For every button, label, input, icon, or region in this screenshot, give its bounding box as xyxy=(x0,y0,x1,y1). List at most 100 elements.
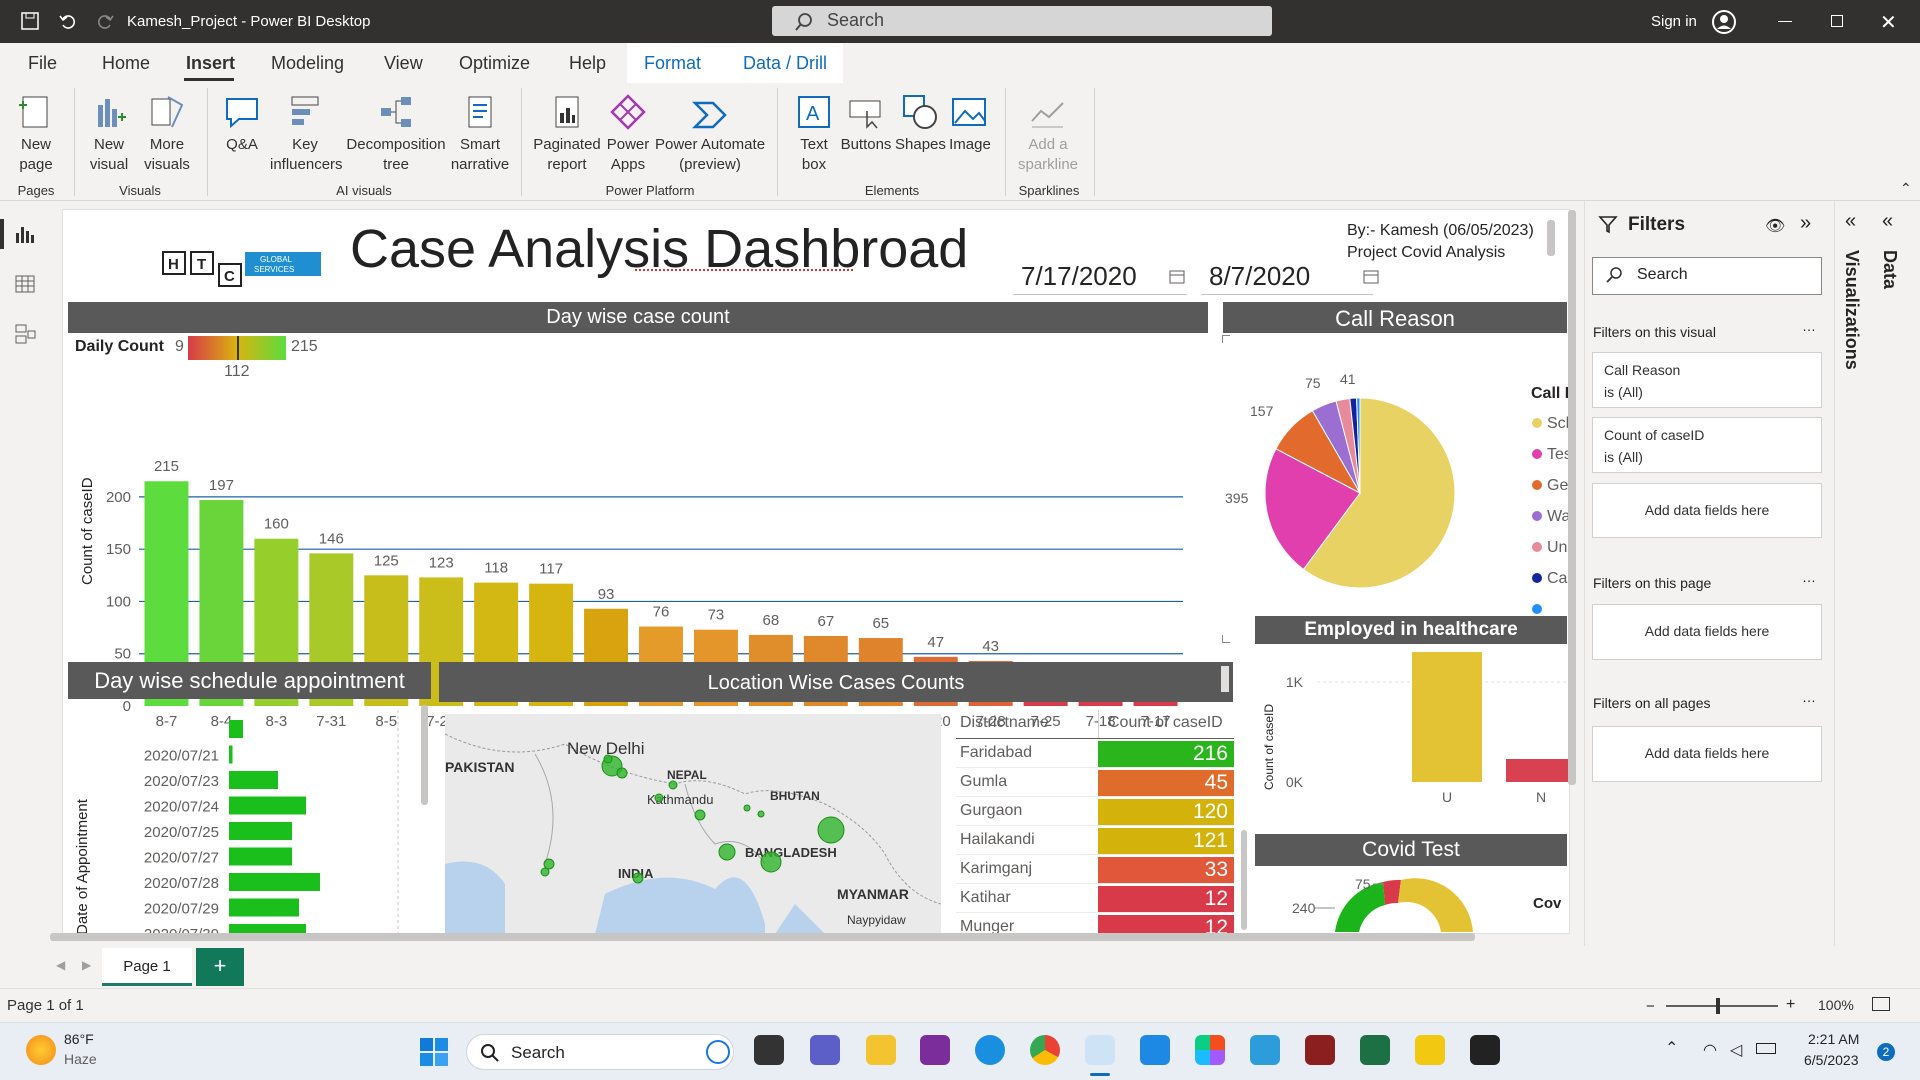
location-header-scroll[interactable] xyxy=(1221,666,1229,692)
tray-chevron-icon[interactable]: ⌃ xyxy=(1665,1038,1678,1058)
search-input[interactable]: Search xyxy=(772,6,1272,36)
smart-narrative-button[interactable]: Smart narrative xyxy=(450,93,510,175)
snowflake-icon[interactable] xyxy=(1250,1035,1280,1065)
tab-data-drill[interactable]: Data / Drill xyxy=(743,53,827,74)
close-icon[interactable]: ✕ xyxy=(1880,10,1897,35)
teams-icon[interactable] xyxy=(810,1035,840,1065)
table-row[interactable]: Hailakandi 121 xyxy=(956,827,1234,855)
power-bi-icon[interactable] xyxy=(1415,1035,1445,1065)
location-map[interactable]: PAKISTAN New Delhi NEPAL Kathmandu BHUTA… xyxy=(445,714,941,933)
weather-icon[interactable] xyxy=(26,1035,56,1065)
battery-icon[interactable] xyxy=(1756,1043,1776,1054)
table-row[interactable]: Karimganj 33 xyxy=(956,856,1234,884)
task-view-icon[interactable] xyxy=(754,1035,784,1065)
taskbar-search[interactable]: Search xyxy=(466,1034,734,1070)
page-next-icon[interactable]: ▶ xyxy=(82,958,91,972)
zoom-out-icon[interactable]: − xyxy=(1646,998,1655,1015)
zoom-in-icon[interactable]: + xyxy=(1786,996,1795,1014)
date-from-input[interactable]: 7/17/2020 xyxy=(1013,255,1187,295)
table-row[interactable]: Katihar 12 xyxy=(956,885,1234,913)
minimize-icon[interactable] xyxy=(1778,21,1792,22)
table-row[interactable]: Munger 12 xyxy=(956,914,1234,933)
figma-icon[interactable] xyxy=(1195,1035,1225,1065)
tab-format[interactable]: Format xyxy=(644,53,701,74)
filters-search-input[interactable]: Search xyxy=(1592,257,1822,295)
page-tab-1[interactable]: Page 1 xyxy=(102,948,192,986)
account-icon[interactable] xyxy=(1711,9,1737,35)
more-visuals-button[interactable]: More visuals xyxy=(142,93,192,175)
key-influencers-button[interactable]: Key influencers xyxy=(270,93,343,175)
report-view-icon[interactable] xyxy=(14,223,36,245)
zoom-slider[interactable] xyxy=(1666,1005,1778,1007)
power-automate-button[interactable]: Power Automate (preview) xyxy=(652,93,768,175)
filter-card-count[interactable]: Count of caseID is (All) xyxy=(1592,417,1822,473)
add-data-fields-visual[interactable]: Add data fields here xyxy=(1592,483,1822,538)
canvas-vertical-scrollbar[interactable] xyxy=(1568,210,1576,785)
schedule-scrollbar[interactable] xyxy=(421,705,428,805)
undo-icon[interactable] xyxy=(58,11,78,31)
zoom-slider-thumb[interactable] xyxy=(1716,998,1720,1014)
more-options-icon[interactable]: … xyxy=(1802,318,1816,334)
paginated-report-button[interactable]: Paginated report xyxy=(530,93,604,175)
excel-icon[interactable] xyxy=(1360,1035,1390,1065)
calendar-icon[interactable] xyxy=(1363,268,1379,284)
tab-home[interactable]: Home xyxy=(102,53,150,74)
calendar-icon[interactable] xyxy=(1169,268,1185,284)
tab-optimize[interactable]: Optimize xyxy=(459,53,530,74)
selection-handle[interactable] xyxy=(1222,635,1230,643)
table-scrollbar[interactable] xyxy=(1241,830,1247,930)
redo-icon[interactable] xyxy=(95,11,115,31)
textbox-scrollbar[interactable] xyxy=(1547,220,1555,256)
onenote-icon[interactable] xyxy=(920,1035,950,1065)
eye-icon[interactable]: 👁 xyxy=(1765,216,1785,236)
decomposition-tree-button[interactable]: Decomposition tree xyxy=(344,93,448,175)
sign-in-button[interactable]: Sign in xyxy=(1651,13,1697,30)
add-data-fields-page[interactable]: Add data fields here xyxy=(1592,604,1822,660)
notion-icon[interactable] xyxy=(1470,1035,1500,1065)
collapse-pane-icon[interactable]: » xyxy=(1800,212,1811,235)
tab-view[interactable]: View xyxy=(384,53,423,74)
notepad-icon[interactable] xyxy=(1140,1035,1170,1065)
expand-visualizations-icon[interactable]: « xyxy=(1845,210,1856,233)
qa-button[interactable]: Q&A xyxy=(218,93,266,155)
image-button[interactable]: Image xyxy=(946,93,994,155)
page-prev-icon[interactable]: ◀ xyxy=(56,958,65,972)
windows-start-icon[interactable] xyxy=(420,1038,448,1066)
more-options-icon[interactable]: … xyxy=(1802,689,1816,705)
restore-icon[interactable] xyxy=(1831,15,1843,27)
shapes-button[interactable]: Shapes xyxy=(895,93,946,155)
wifi-icon[interactable]: ◠ xyxy=(1703,1040,1717,1060)
notification-badge[interactable]: 2 xyxy=(1877,1043,1895,1061)
data-tab[interactable]: Data xyxy=(1880,240,1902,300)
edge-icon[interactable] xyxy=(975,1035,1005,1065)
fit-to-page-icon[interactable] xyxy=(1872,997,1890,1011)
volume-icon[interactable]: ◁ xyxy=(1730,1040,1742,1060)
chrome-icon[interactable] xyxy=(1030,1035,1060,1065)
more-options-icon[interactable]: … xyxy=(1802,569,1816,585)
add-page-button[interactable]: + xyxy=(196,948,244,986)
text-box-button[interactable]: A Text box xyxy=(790,93,838,175)
bing-icon[interactable] xyxy=(706,1040,730,1064)
table-view-icon[interactable] xyxy=(14,273,36,295)
selection-handle[interactable] xyxy=(1222,335,1230,343)
add-data-fields-all[interactable]: Add data fields here xyxy=(1592,726,1822,782)
file-explorer-icon[interactable] xyxy=(866,1035,896,1065)
new-page-button[interactable]: New page xyxy=(10,93,62,175)
collapse-ribbon-icon[interactable]: ⌃ xyxy=(1900,180,1912,197)
visualizations-tab[interactable]: Visualizations xyxy=(1842,240,1864,390)
filter-card-call-reason[interactable]: Call Reason is (All) xyxy=(1592,352,1822,408)
table-row[interactable]: Gurgaon 120 xyxy=(956,798,1234,826)
expand-data-icon[interactable]: « xyxy=(1882,210,1893,233)
buttons-button[interactable]: Buttons xyxy=(838,93,894,155)
tab-insert[interactable]: Insert xyxy=(186,53,235,74)
new-visual-button[interactable]: New visual xyxy=(84,93,134,175)
canvas-horizontal-scrollbar[interactable] xyxy=(50,933,1475,941)
snipping-tool-icon[interactable] xyxy=(1085,1035,1115,1065)
model-view-icon[interactable] xyxy=(14,323,36,345)
tab-modeling[interactable]: Modeling xyxy=(271,53,344,74)
winrar-icon[interactable] xyxy=(1305,1035,1335,1065)
save-icon[interactable] xyxy=(20,11,40,31)
tab-help[interactable]: Help xyxy=(569,53,606,74)
table-row[interactable]: Faridabad 216 xyxy=(956,740,1234,768)
tab-file[interactable]: File xyxy=(28,53,57,74)
